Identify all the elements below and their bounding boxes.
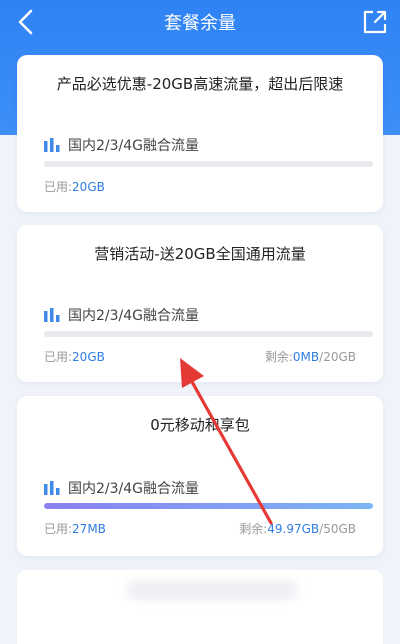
traffic-type-label: 国内2/3/4G融合流量	[68, 138, 200, 154]
used-value: 27MB	[72, 522, 106, 536]
data-usage-icon	[44, 138, 60, 152]
used-prefix: 已用:	[44, 522, 73, 536]
remaining-amount: 剩余:0MB/20GB	[265, 348, 356, 365]
remain-value: 0MB	[292, 350, 320, 364]
package-title: 营销活动-送20GB全国通用流量	[94, 245, 306, 263]
used-amount: 已用:20GB	[44, 178, 105, 195]
package-title: 0元移动和享包	[150, 416, 250, 434]
usage-progress-fill	[44, 503, 373, 509]
traffic-type-label: 国内2/3/4G融合流量	[68, 308, 200, 324]
page-title: 套餐余量	[164, 13, 236, 34]
package-card-3[interactable]: 0元移动和享包 国内2/3/4G融合流量 已用:27MB 剩余:49.97GB/…	[17, 396, 383, 556]
traffic-type-row: 国内2/3/4G融合流量	[44, 478, 199, 498]
usage-progress-bar	[44, 161, 373, 167]
package-card-1[interactable]: 产品必选优惠-20GB高速流量，超出后限速 国内2/3/4G融合流量 已用:20…	[17, 55, 383, 212]
chevron-left-icon[interactable]	[12, 6, 42, 38]
used-value: 20GB	[72, 350, 105, 364]
used-prefix: 已用:	[44, 350, 73, 364]
package-card-2[interactable]: 营销活动-送20GB全国通用流量 国内2/3/4G融合流量 已用:20GB 剩余…	[17, 225, 383, 382]
traffic-type-label: 国内2/3/4G融合流量	[68, 481, 200, 497]
remain-total: /50GB	[319, 522, 356, 536]
usage-progress-bar	[44, 503, 373, 509]
used-prefix: 已用:	[44, 180, 73, 194]
used-value: 20GB	[72, 180, 105, 194]
used-amount: 已用:20GB	[44, 348, 105, 365]
data-usage-icon	[44, 308, 60, 322]
blurred-title	[127, 580, 297, 600]
package-title: 产品必选优惠-20GB高速流量，超出后限速	[56, 75, 344, 93]
remaining-amount: 剩余:49.97GB/50GB	[239, 520, 356, 537]
remain-value: 49.97GB	[267, 522, 320, 536]
share-external-icon[interactable]	[362, 9, 388, 35]
remain-total: /20GB	[319, 350, 356, 364]
remain-prefix: 剩余:	[239, 522, 268, 536]
remain-prefix: 剩余:	[264, 350, 293, 364]
package-card-4-partial[interactable]	[17, 570, 383, 644]
nav-bar: 套餐余量	[0, 0, 400, 44]
data-usage-icon	[44, 481, 60, 495]
usage-progress-bar	[44, 331, 373, 337]
traffic-type-row: 国内2/3/4G融合流量	[44, 305, 199, 325]
traffic-type-row: 国内2/3/4G融合流量	[44, 135, 199, 155]
used-amount: 已用:27MB	[44, 520, 106, 537]
